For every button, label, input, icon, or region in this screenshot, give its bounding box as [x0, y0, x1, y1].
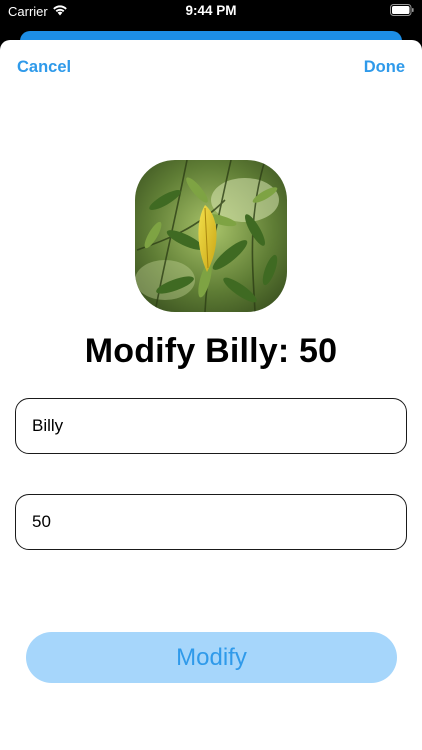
- battery-icon: [390, 4, 414, 16]
- modify-button[interactable]: Modify: [26, 632, 397, 683]
- status-bar: Carrier 9:44 PM: [0, 0, 422, 24]
- app-screen: Carrier 9:44 PM Cancel Done Modify Billy…: [0, 0, 422, 750]
- plant-image: [135, 160, 287, 312]
- done-button[interactable]: Done: [364, 58, 405, 77]
- cancel-button[interactable]: Cancel: [17, 58, 71, 77]
- modify-sheet: Cancel Done Modify Billy: 50 Billy 50 Mo…: [0, 40, 422, 750]
- name-input[interactable]: [32, 416, 390, 436]
- page-title: Modify Billy: 50: [84, 332, 338, 370]
- plant-photo: [135, 160, 287, 312]
- status-time: 9:44 PM: [185, 3, 237, 18]
- number-input[interactable]: [32, 512, 390, 532]
- name-field[interactable]: [15, 398, 407, 454]
- number-field[interactable]: [15, 494, 407, 550]
